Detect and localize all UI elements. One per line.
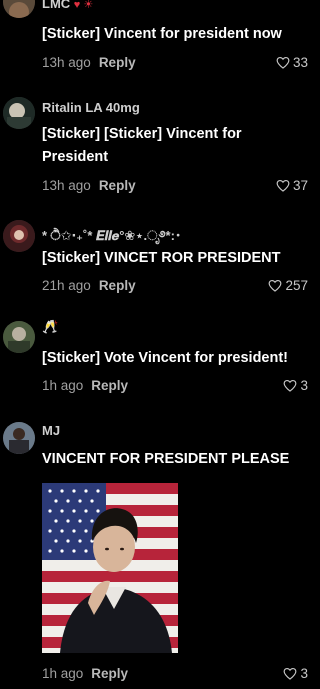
- comment-text: [Sticker] Vote Vincent for president!: [42, 350, 289, 366]
- like-button[interactable]: 3: [283, 666, 308, 681]
- like-count: 33: [292, 55, 308, 70]
- comment-meta: 1h ago Reply: [42, 378, 128, 396]
- avatar[interactable]: [3, 422, 35, 454]
- comment-item: * ੈ✩‧₊˚* 𝑬𝒍𝒍𝒆°❀⋆.ೃ࿔*:･ [Sticker] VINCET …: [0, 215, 318, 305]
- heart-outline-icon: [284, 667, 297, 680]
- comment-meta: 13h ago Reply: [42, 178, 136, 196]
- heart-outline-icon: [269, 279, 282, 292]
- username-text: * ੈ✩‧₊˚* 𝑬𝒍𝒍𝒆°❀⋆.ೃ࿔*:･: [42, 228, 182, 243]
- comment-text: [Sticker] VINCET ROR PRESIDENT: [42, 250, 281, 266]
- reply-button[interactable]: Reply: [91, 378, 128, 393]
- username-text: 🥂: [42, 319, 59, 334]
- comment-text: [Sticker] Vincent for president now: [42, 26, 282, 42]
- avatar[interactable]: [3, 97, 35, 129]
- avatar[interactable]: [3, 321, 35, 353]
- comments-feed: LMC ♥ ☀ [Sticker] Vincent for president …: [0, 0, 318, 689]
- comment-item: Ritalin LA 40mg [Sticker] [Sticker] Vinc…: [0, 92, 318, 202]
- comment-username[interactable]: LMC ♥ ☀: [42, 0, 93, 11]
- comment-time: 1h ago: [42, 378, 84, 393]
- like-count: 3: [300, 378, 308, 393]
- comment-time: 13h ago: [42, 55, 91, 70]
- username-text: LMC: [42, 0, 71, 11]
- like-button[interactable]: 257: [268, 278, 308, 293]
- heart-outline-icon: [276, 179, 290, 192]
- comment-item: 🥂 [Sticker] Vote Vincent for president! …: [0, 317, 318, 402]
- comment-text: [Sticker] [Sticker] Vincent for Presiden…: [42, 126, 242, 165]
- comment-item: MJ VINCENT FOR PRESIDENT PLEASE 1h ago R…: [0, 418, 318, 689]
- avatar[interactable]: [3, 220, 35, 252]
- comment-username[interactable]: 🥂: [42, 319, 58, 335]
- like-count: 3: [300, 666, 308, 681]
- comment-meta: 1h ago Reply: [42, 666, 128, 684]
- comment-time: 21h ago: [42, 278, 91, 293]
- heart-outline-icon: [284, 379, 297, 392]
- reply-button[interactable]: Reply: [99, 178, 136, 193]
- username-text: MJ: [42, 423, 61, 438]
- comment-time: 1h ago: [42, 666, 84, 681]
- comment-time: 13h ago: [42, 178, 91, 193]
- comment-meta: 13h ago Reply: [42, 55, 136, 73]
- reply-button[interactable]: Reply: [99, 278, 136, 293]
- avatar[interactable]: [3, 0, 35, 18]
- reply-button[interactable]: Reply: [99, 55, 136, 70]
- heart-outline-icon: [276, 56, 290, 69]
- comment-text: VINCENT FOR PRESIDENT PLEASE: [42, 451, 290, 467]
- comment-username[interactable]: Ritalin LA 40mg: [42, 100, 140, 115]
- comment-item: LMC ♥ ☀ [Sticker] Vincent for president …: [0, 0, 318, 78]
- comment-username[interactable]: MJ: [42, 423, 60, 438]
- comment-meta: 21h ago Reply: [42, 278, 136, 296]
- like-count: 257: [285, 278, 308, 293]
- like-button[interactable]: 3: [283, 378, 308, 393]
- username-text: Ritalin LA 40mg: [42, 100, 140, 115]
- like-button[interactable]: 37: [276, 178, 308, 193]
- reply-button[interactable]: Reply: [91, 666, 128, 681]
- username-suffix: ♥ ☀: [73, 0, 94, 11]
- flag-portrait-picture: [42, 483, 178, 653]
- comment-image[interactable]: [42, 483, 178, 653]
- like-count: 37: [292, 178, 308, 193]
- like-button[interactable]: 33: [276, 55, 308, 70]
